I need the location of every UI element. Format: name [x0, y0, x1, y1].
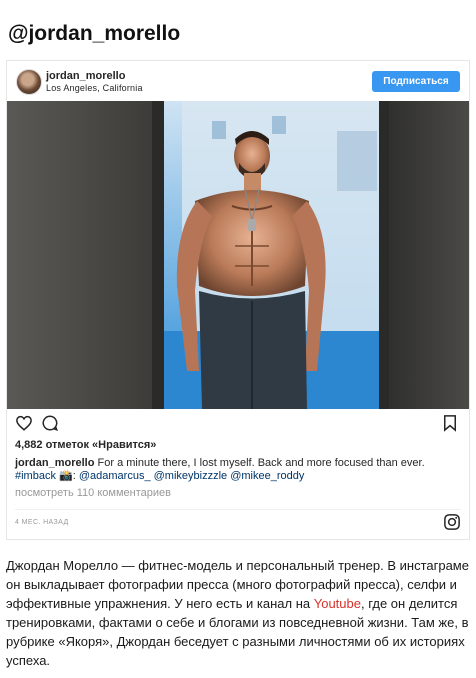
- post-timestamp[interactable]: 4 МЕС. НАЗАД: [15, 519, 69, 526]
- post-username[interactable]: jordan_morello: [46, 70, 125, 82]
- instagram-icon[interactable]: [443, 513, 461, 531]
- mention[interactable]: @mikee_roddy: [230, 470, 304, 482]
- likes-count[interactable]: 4,882 отметок «Нравится»: [15, 439, 156, 451]
- post-caption: jordan_morello For a minute there, I los…: [15, 457, 425, 482]
- instagram-post-embed: jordan_morello Los Angeles, California П…: [6, 60, 470, 540]
- post-actions: [7, 409, 469, 439]
- view-comments-link[interactable]: посмотреть 110 комментариев: [15, 487, 171, 499]
- post-photo[interactable]: [7, 101, 469, 409]
- hashtag[interactable]: #imback: [15, 470, 56, 482]
- post-header: jordan_morello Los Angeles, California П…: [7, 61, 469, 101]
- bookmark-icon[interactable]: [441, 414, 459, 432]
- caption-username[interactable]: jordan_morello: [15, 457, 94, 469]
- mention[interactable]: @adamarcus_: [79, 470, 151, 482]
- comment-icon[interactable]: [41, 414, 59, 432]
- page-heading: @jordan_morello: [8, 22, 181, 45]
- avatar[interactable]: [16, 69, 42, 95]
- camera-emoji: 📸: [59, 470, 73, 482]
- youtube-link[interactable]: Youtube: [314, 596, 361, 611]
- post-location[interactable]: Los Angeles, California: [46, 83, 143, 93]
- divider: [15, 509, 461, 510]
- article-paragraph: Джордан Морелло — фитнес-модель и персон…: [6, 556, 470, 670]
- heart-icon[interactable]: [15, 414, 33, 432]
- mention[interactable]: @mikeybizzzle: [154, 470, 228, 482]
- follow-button[interactable]: Подписаться: [372, 71, 460, 92]
- caption-text: For a minute there, I lost myself. Back …: [97, 457, 425, 469]
